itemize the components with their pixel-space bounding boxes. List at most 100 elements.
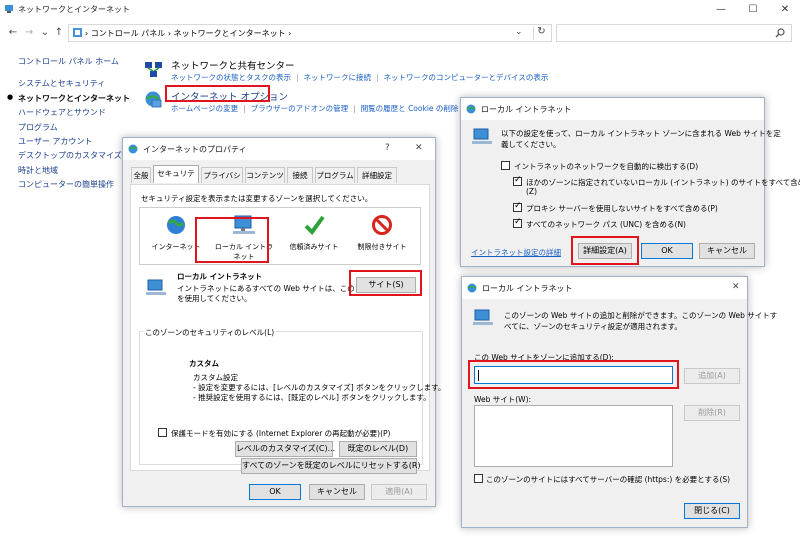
manage-addons-link[interactable]: ブラウザーのアドオンの管理 [251,104,349,113]
no-entry-icon [372,215,392,235]
refresh-button[interactable]: ↻ [533,26,549,40]
sites-list-label: Web サイト(W): [474,395,532,404]
zone-description-line2: を使用してください。 [177,294,252,303]
sidebar-item[interactable]: プログラム [18,122,138,136]
require-https-checkbox[interactable] [474,474,483,483]
tab-item[interactable]: 接続 [287,167,313,183]
reset-all-zones-button[interactable]: すべてのゾーンを既定のレベルにリセットする(R) [241,458,421,474]
zone-trusted-sites[interactable]: 信頼済みサイト [282,214,346,270]
auto-detect-checkbox[interactable] [501,161,510,170]
unc-paths-checkbox[interactable] [513,217,522,228]
sites-list[interactable] [474,405,673,467]
delete-history-link[interactable]: 閲覧の履歴と Cookie の削除 [361,104,459,113]
include-local-sites-label: ほかのゾーンに指定されていないローカル (イントラネット) のサイトをすべて含め… [526,178,800,187]
security-level-label: このゾーンのセキュリティのレベル(L) [143,327,277,338]
network-center-links: ネットワークの状態とタスクの表示 | ネットワークに接続 | ネットワークのコンピュータ… [171,73,549,82]
default-level-button[interactable]: 既定のレベル(D) [339,441,417,457]
protected-mode-checkbox[interactable] [158,428,167,437]
bypass-proxy-checkbox[interactable] [513,201,522,212]
network-icon [4,4,14,14]
intranet-icon [472,309,494,329]
network-status-link[interactable]: ネットワークの状態とタスクの表示 [171,73,291,82]
maximize-button[interactable]: ☐ [738,2,768,18]
address-field[interactable]: › コントロール パネル › ネットワークとインターネット › ⌄ ↻ [68,24,552,42]
intranet-icon [145,279,167,299]
include-local-sites-checkbox[interactable] [513,175,522,186]
dialog-title: ローカル イントラネット [482,284,573,293]
dialog-title: ローカル イントラネット [481,105,572,114]
network-devices-link[interactable]: ネットワークのコンピューターとデバイスの表示 [384,73,549,82]
cancel-button[interactable]: キャンセル [309,484,365,500]
tab-item[interactable]: 詳細設定 [357,167,397,183]
window-title: ネットワークとインターネット [18,5,130,14]
custom-level-button[interactable]: レベルのカスタマイズ(C)... [235,441,335,457]
include-local-sites-label-cont: (Z) [526,187,537,196]
checkmark-icon [304,215,325,236]
back-button[interactable]: ← [6,26,20,40]
connect-network-link[interactable]: ネットワークに接続 [304,73,372,82]
address-path: › コントロール パネル › ネットワークとインターネット › [85,29,292,38]
close-button[interactable]: ✕ [770,2,800,18]
left-navigation: コントロール パネル ホーム システムとセキュリティ ● ネットワークとインターネット… [7,56,138,194]
zone-select-prompt: セキュリティ設定を表示または変更するゾーンを選択してください。 [141,194,373,203]
sidebar-item[interactable]: ハードウェアとサウンド [18,107,138,121]
internet-properties-dialog: インターネットのプロパティ ? ✕ 全般セキュリティプライバシーコンテンツ接続プ… [122,137,445,507]
apply-button[interactable]: 適用(A) [371,484,427,500]
highlight-advanced-button [571,236,639,265]
zone-list: インターネット ローカル イントラネット 信頼済みサイト 制限付きサイト [139,207,421,265]
sidebar-item[interactable]: コンピューターの簡単操作 [18,179,138,193]
internet-options-links: ホームページの変更 | ブラウザーのアドオンの管理 | 閲覧の履歴と Cookie の削… [171,104,459,113]
security-level-line: - 推奨設定を使用するには、[既定のレベル] ボタンをクリックします。 [193,393,431,402]
sidebar-item[interactable]: ● ネットワークとインターネット [7,93,138,107]
sites-description-line2: べてに、ゾーンのセキュリティ設定が適用されます。 [504,322,682,331]
zone-label: 制限付きサイト [357,243,407,251]
auto-detect-label: イントラネットのネットワークを自動的に検出する(D) [514,162,699,171]
ok-button[interactable]: OK [641,243,693,259]
up-button[interactable]: ↑ [52,26,66,40]
control-panel-icon [73,28,82,37]
window-titlebar: ネットワークとインターネット — ☐ ✕ [0,0,800,20]
internet-options-icon [467,283,477,293]
sidebar-item-label: ネットワークとインターネット [18,93,130,103]
highlight-local-intranet [195,217,269,263]
forward-button[interactable]: → [22,26,36,40]
ok-button[interactable]: OK [249,484,301,500]
sidebar-item[interactable]: デスクトップのカスタマイズ [18,150,138,164]
intranet-description-line1: 以下の設定を使って、ローカル イントラネット ゾーンに含まれる Web サイトを… [501,129,781,138]
highlight-sites-button [349,270,422,296]
tab-item[interactable]: 全般 [131,167,151,183]
bypass-proxy-label: プロキシ サーバーを使用しないサイトをすべて含める(P) [526,204,718,213]
close-dialog-button[interactable]: 閉じる(C) [684,503,740,519]
sidebar-item[interactable]: システムとセキュリティ [18,78,138,92]
recent-locations-button[interactable]: ⌄ [38,26,52,40]
sidebar-item[interactable]: コントロール パネル ホーム [18,56,138,70]
help-button[interactable]: ? [385,143,390,153]
network-center-icon [144,59,164,79]
dialog-close-button[interactable]: ✕ [732,282,740,292]
remove-button[interactable]: 削除(R) [684,405,740,421]
dialog-close-button[interactable]: ✕ [415,143,423,153]
sites-description-line1: このゾーンの Web サイトの追加と削除ができます。このゾーンの Web サイト… [504,311,778,320]
intranet-icon [471,128,493,148]
intranet-sites-dialog: ローカル イントラネット ✕ このゾーンの Web サイトの追加と削除ができます… [461,276,777,528]
zone-restricted-sites[interactable]: 制限付きサイト [350,214,414,270]
tab-item[interactable]: セキュリティ [153,165,199,193]
active-indicator-icon: ● [7,92,14,101]
sidebar-item[interactable]: ユーザー アカウント [18,136,138,150]
search-input[interactable] [556,24,792,42]
globe-icon [167,216,185,234]
add-button[interactable]: 追加(A) [684,368,740,384]
tab-item[interactable]: プライバシー [201,167,243,195]
search-icon [775,28,785,38]
require-https-label: このゾーンのサイトにはすべてサーバーの確認 (https:) を必要とする(S) [486,475,731,484]
tab-item[interactable]: コンテンツ [245,167,285,183]
address-dropdown-button[interactable]: ⌄ [515,27,523,37]
tab-item[interactable]: プログラム [315,167,355,183]
sidebar-item[interactable]: 時計と地域 [18,165,138,179]
cancel-button[interactable]: キャンセル [699,243,755,259]
minimize-button[interactable]: — [706,2,736,18]
zone-label: 信頼済みサイト [289,243,339,251]
intranet-help-link[interactable]: イントラネット設定の詳細 [471,247,561,258]
network-center-title[interactable]: ネットワークと共有センター [171,58,295,72]
change-homepage-link[interactable]: ホームページの変更 [171,104,238,113]
